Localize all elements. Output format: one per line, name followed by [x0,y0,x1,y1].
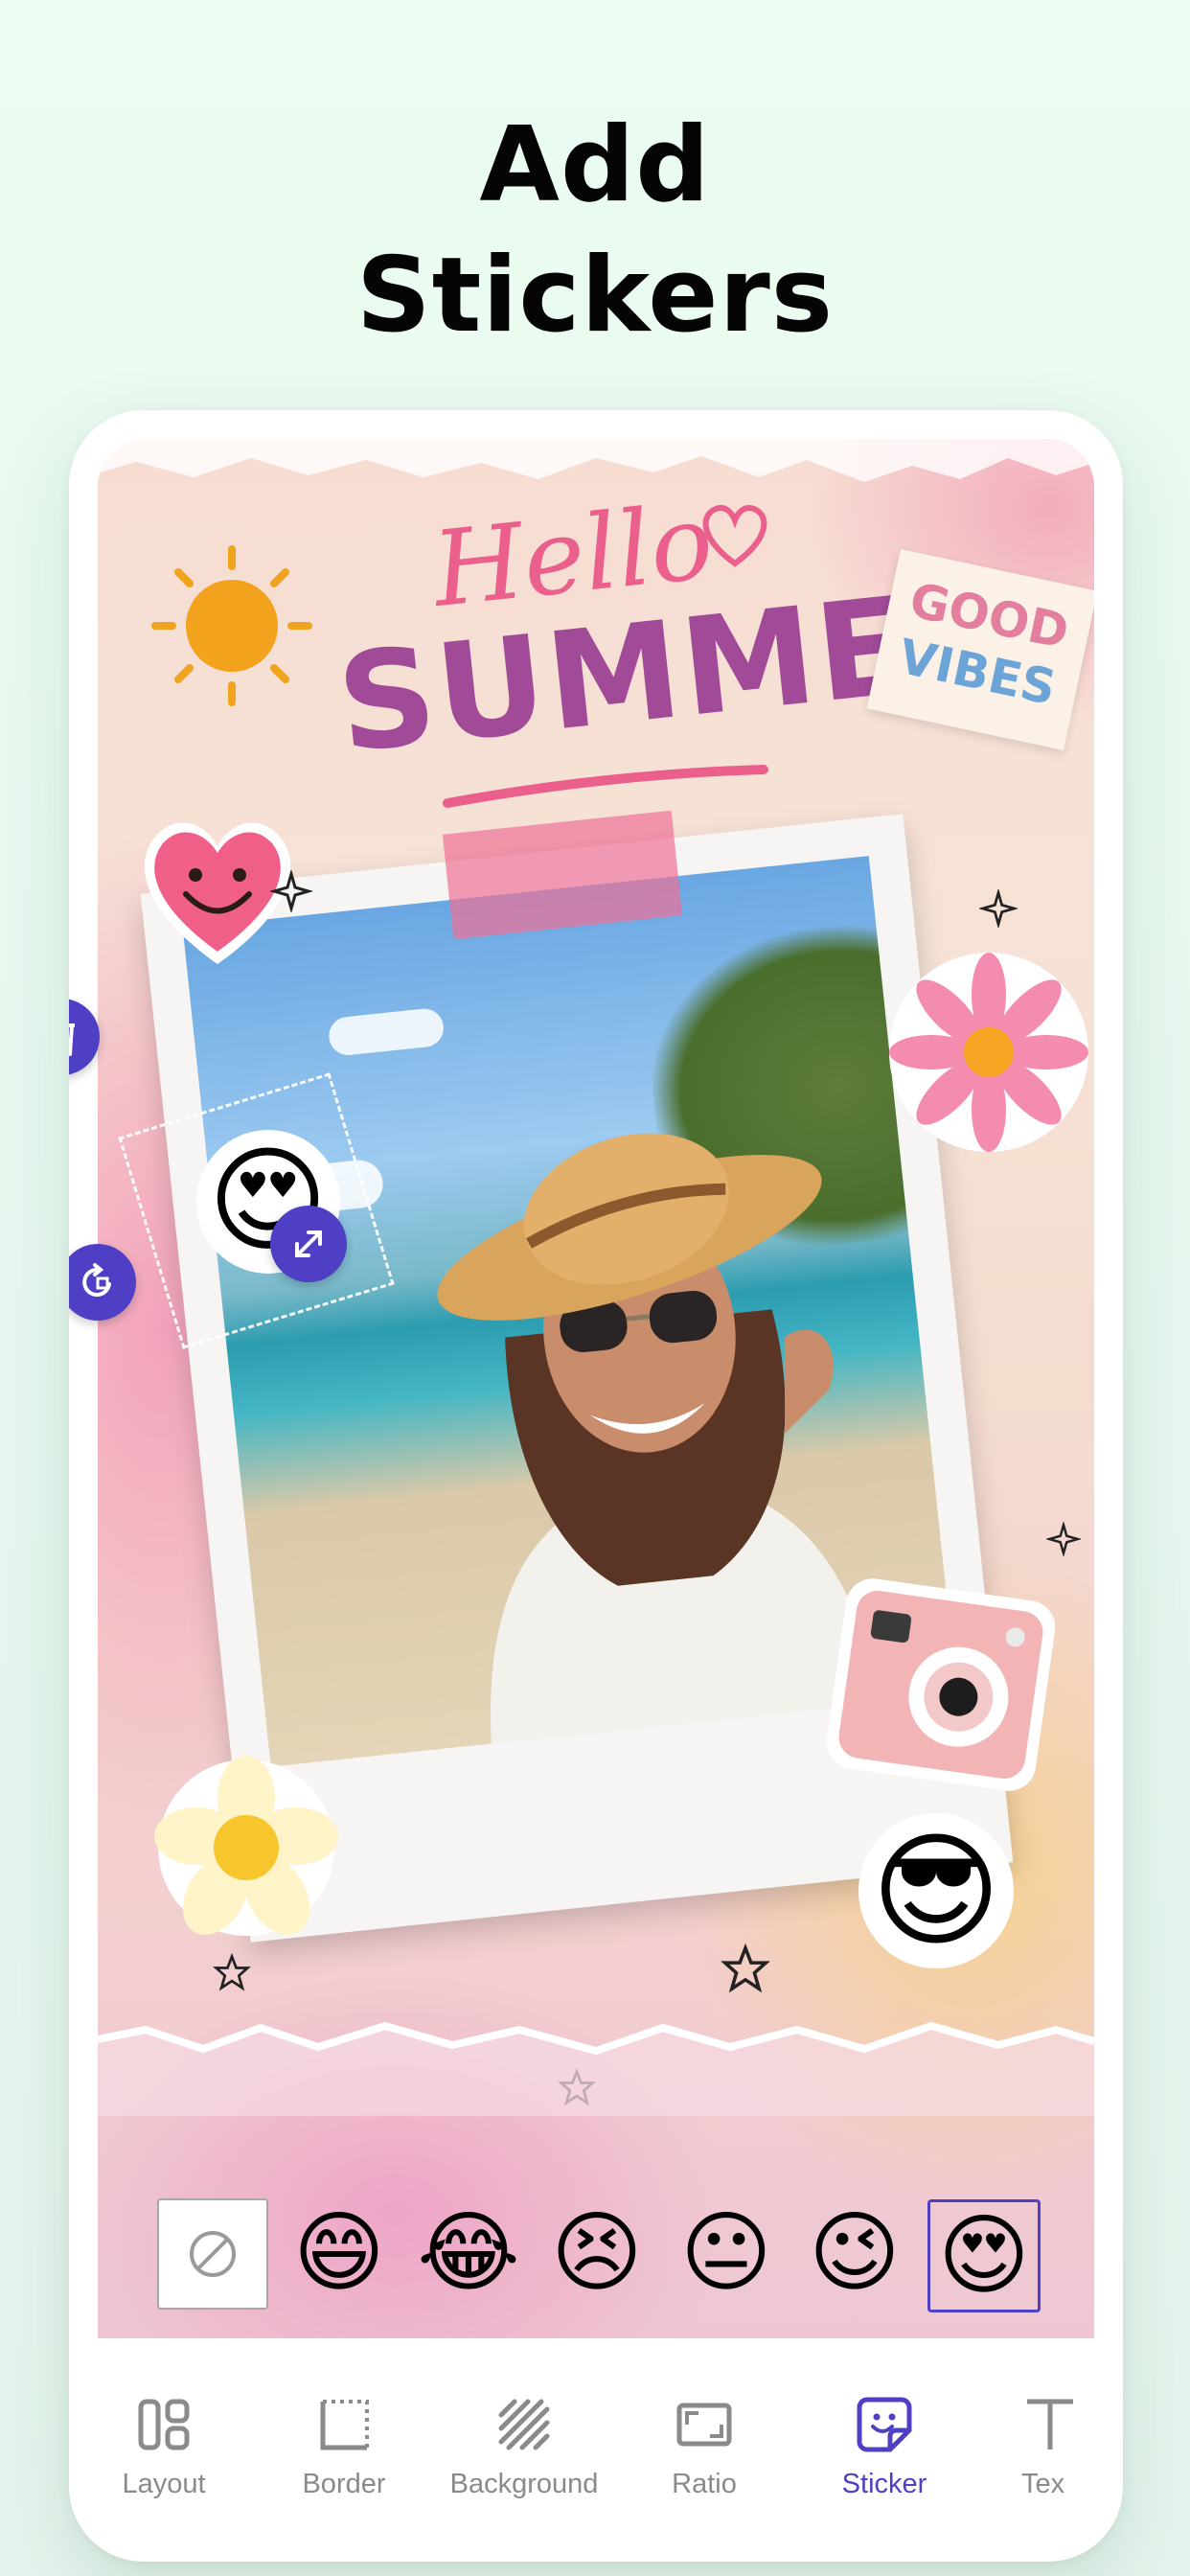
resize-arrows-icon [295,1230,322,1257]
plumeria-sticker[interactable] [150,1752,342,1944]
emoji-option-wink[interactable]: 😉 [801,2199,908,2307]
trash-icon [69,1021,75,1056]
tab-border[interactable]: Border [258,2386,430,2520]
instant-camera-sticker[interactable] [811,1554,1070,1814]
pink-flower-sticker[interactable] [883,947,1094,1158]
sticker-icon [857,2397,912,2452]
star-doodle [270,870,312,912]
background-icon [498,2399,550,2450]
heart-eyes-emoji: 😍 [938,2204,1030,2307]
emoji-option-heart-eyes[interactable]: 😍 [927,2199,1041,2312]
headline: Add Stickers [0,101,1190,361]
border-icon [320,2400,369,2450]
tab-label: Ratio [672,2469,737,2499]
star-doodle [1046,1522,1081,1556]
tab-label: Tex [1021,2469,1065,2499]
tab-ratio[interactable]: Ratio [618,2386,790,2520]
headline-line1: Add [479,105,711,225]
wink-emoji: 😉 [809,2201,901,2304]
star-doodle [213,1953,251,1991]
underline-doodle [443,765,768,808]
headline-line2: Stickers [355,236,835,356]
sunglasses-emoji-sticker[interactable]: 😎 [855,1809,1018,1972]
joy-emoji: 😂 [417,2201,520,2304]
bottom-tab-bar: Layout Border Background Ratio Sticker T… [69,2386,1123,2520]
tab-layout[interactable]: Layout [78,2386,250,2520]
sunglasses-emoji: 😎 [871,1818,1001,1964]
ratio-icon [676,2403,732,2447]
tab-label: Sticker [841,2469,927,2499]
tab-label: Layout [122,2469,206,2499]
text-icon [1027,2399,1073,2450]
tab-label: Background [449,2469,599,2499]
sun-doodle [151,545,312,706]
neutral-emoji: 😐 [680,2201,772,2304]
star-doodle [721,1944,770,1993]
resize-sticker-handle[interactable] [270,1206,347,1282]
tab-label: Border [302,2469,386,2499]
none-icon [190,2231,236,2277]
tab-sticker[interactable]: Sticker [798,2386,971,2520]
emoji-option-grinning[interactable]: 😄 [286,2199,393,2307]
cloud [327,1006,446,1057]
collage-canvas[interactable]: Hello SUMMER GOOD VIBES 😎 😍 [98,439,1094,2338]
heart-doodle [702,505,767,567]
torn-paper-edge [98,2021,1094,2116]
rotate-icon [82,1263,111,1297]
grinning-emoji: 😄 [293,2201,385,2304]
layout-icon [138,2399,190,2450]
tab-text[interactable]: Tex [978,2386,1103,2520]
no-sticker-button[interactable] [157,2198,268,2310]
emoji-option-joy[interactable]: 😂 [415,2199,522,2307]
sad-emoji: 😣 [551,2201,643,2304]
emoji-option-sad[interactable]: 😣 [543,2199,651,2307]
torn-paper-edge [98,439,1094,482]
star-doodle [979,889,1018,928]
tab-background[interactable]: Background [438,2386,610,2520]
emoji-option-neutral[interactable]: 😐 [673,2199,780,2307]
delete-sticker-button[interactable] [69,999,100,1075]
